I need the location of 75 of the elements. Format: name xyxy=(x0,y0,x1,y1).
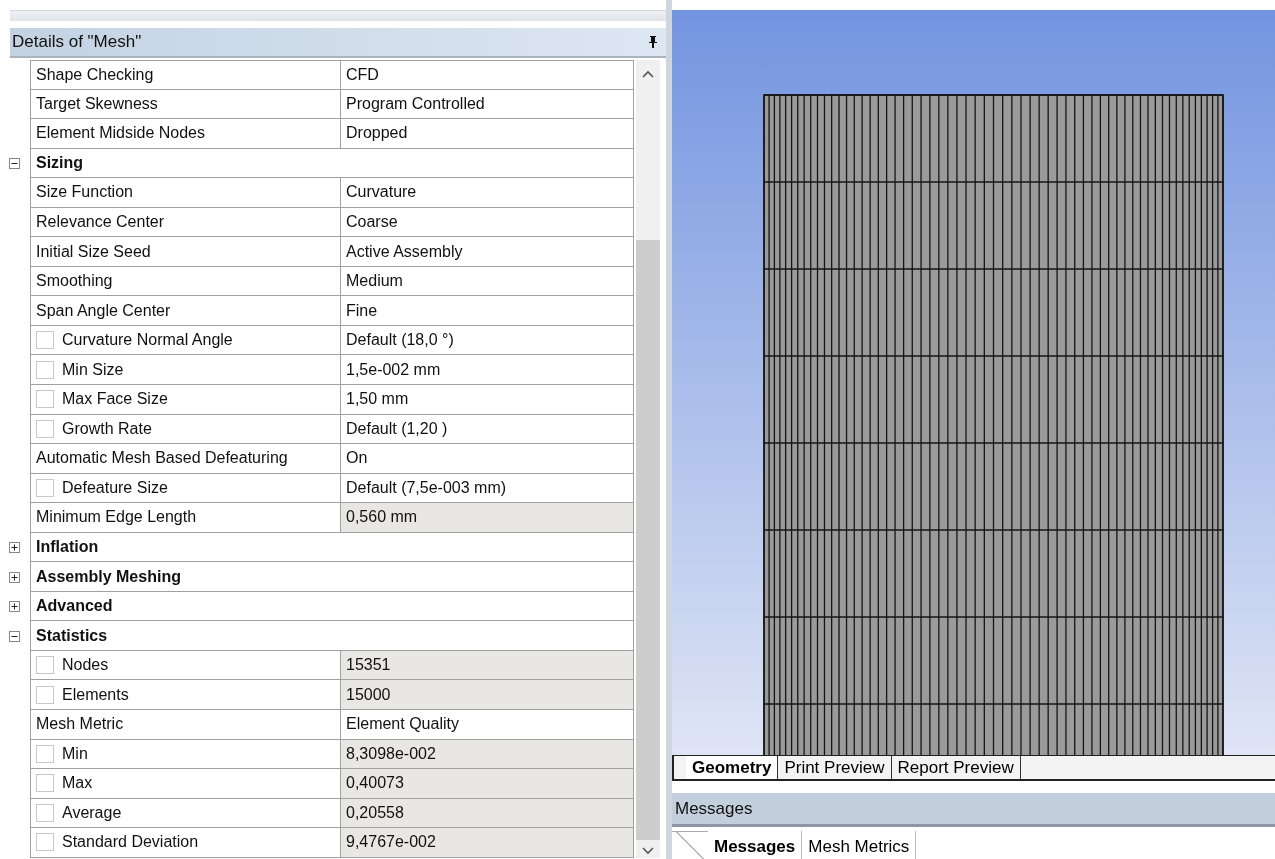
property-label: Relevance Center xyxy=(36,213,165,231)
expander-icon[interactable] xyxy=(8,601,20,613)
property-label: Size Function xyxy=(36,183,133,202)
property-label: Average xyxy=(62,803,122,822)
property-label: Min xyxy=(62,744,88,763)
property-value[interactable]: Dropped xyxy=(341,119,634,149)
property-value[interactable]: 15000 xyxy=(341,680,634,711)
property-value[interactable]: Default (1,20 ) xyxy=(341,414,634,445)
property-label: Max Face Size xyxy=(62,390,168,409)
scroll-up-icon[interactable] xyxy=(642,70,654,78)
property-label: Span Angle Center xyxy=(36,301,171,320)
checkbox[interactable] xyxy=(36,656,54,675)
property-label: Defeature Size xyxy=(62,478,168,497)
group-header[interactable]: Assembly Meshing xyxy=(30,562,634,592)
checkbox[interactable] xyxy=(36,685,54,704)
property-label: Initial Size Seed xyxy=(36,242,151,261)
property-label: Min Size xyxy=(62,360,124,379)
property-value[interactable]: Fine xyxy=(341,296,634,326)
property-value[interactable]: Coarse xyxy=(341,207,634,238)
checkbox[interactable] xyxy=(36,833,54,852)
property-value[interactable]: 0,560 mm xyxy=(341,503,634,533)
property-value[interactable]: 1,50 mm xyxy=(341,385,634,415)
property-value[interactable]: Element Quality xyxy=(341,710,634,740)
property-value[interactable]: 0,40073 xyxy=(341,769,634,799)
group-header[interactable]: Inflation xyxy=(30,532,634,563)
property-value[interactable]: 1,5e-002 mm xyxy=(341,355,634,385)
property-value[interactable]: Default (18,0 °) xyxy=(341,325,634,356)
view-tab[interactable]: Print Preview xyxy=(778,756,892,779)
checkbox[interactable] xyxy=(36,331,54,350)
messages-title: Messages xyxy=(675,798,753,819)
property-value[interactable]: 0,20558 xyxy=(341,798,634,829)
group-header[interactable]: Statistics xyxy=(30,621,634,651)
expander-icon[interactable] xyxy=(8,571,20,583)
property-value[interactable]: Curvature xyxy=(341,178,634,208)
checkbox[interactable] xyxy=(36,774,54,793)
property-label: Element Midside Nodes xyxy=(36,124,205,143)
property-label: Nodes xyxy=(62,656,109,675)
checkbox[interactable] xyxy=(36,419,54,438)
property-label: Shape Checking xyxy=(36,65,154,84)
group-header[interactable]: Advanced xyxy=(30,591,634,622)
view-tab[interactable]: Geometry xyxy=(686,756,779,779)
view-tab[interactable]: Report Preview xyxy=(891,756,1021,779)
property-value[interactable]: 9,4767e-002 xyxy=(341,828,634,858)
property-label: Curvature Normal Angle xyxy=(62,331,233,350)
checkbox[interactable] xyxy=(36,360,54,379)
property-value[interactable]: 8,3098e-002 xyxy=(341,739,634,770)
property-label: Mesh Metric xyxy=(36,715,124,734)
property-label: Elements xyxy=(62,685,129,704)
pin-icon[interactable] xyxy=(648,35,658,49)
checkbox[interactable] xyxy=(36,478,54,497)
property-value[interactable]: Medium xyxy=(341,266,634,297)
group-header[interactable]: Sizing xyxy=(30,148,634,179)
expander-icon[interactable] xyxy=(8,157,20,169)
property-label: Minimum Edge Length xyxy=(36,508,197,527)
scroll-down-icon[interactable] xyxy=(642,847,654,855)
checkbox[interactable] xyxy=(36,744,54,763)
panel-title: Details of "Mesh" xyxy=(12,32,142,52)
property-value[interactable]: Program Controlled xyxy=(341,89,634,120)
property-label: Growth Rate xyxy=(62,419,152,438)
property-value[interactable]: On xyxy=(341,444,634,474)
checkbox[interactable] xyxy=(36,390,54,409)
property-value[interactable]: Active Assembly xyxy=(341,237,634,267)
tab-corner xyxy=(672,831,708,859)
scrollbar[interactable] xyxy=(636,60,660,858)
property-label: Smoothing xyxy=(36,272,113,291)
expander-icon[interactable] xyxy=(8,542,20,553)
expander-icon[interactable] xyxy=(8,630,20,642)
property-value[interactable]: CFD xyxy=(341,60,634,90)
property-label: Max xyxy=(62,774,93,793)
property-label: Standard Deviation xyxy=(62,833,199,852)
property-value[interactable]: 15351 xyxy=(341,650,634,681)
property-label: Target Skewness xyxy=(36,94,158,113)
checkbox[interactable] xyxy=(36,803,54,822)
property-value[interactable]: Default (7,5e-003 mm) xyxy=(341,473,634,504)
property-label: Automatic Mesh Based Defeaturing xyxy=(36,449,288,468)
